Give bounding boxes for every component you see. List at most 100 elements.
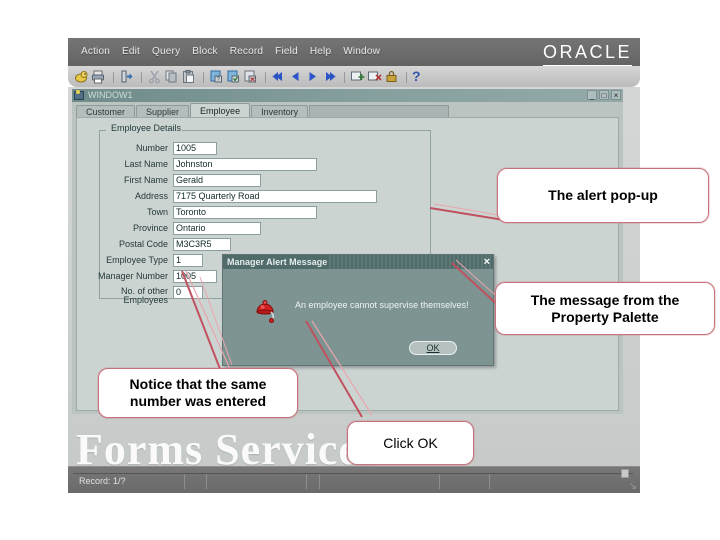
input-last-name[interactable]: Johnston (173, 158, 317, 171)
alarm-bell-icon (251, 295, 279, 325)
cut-icon[interactable] (147, 69, 162, 84)
employee-details-label: Employee Details (108, 123, 185, 133)
exit-icon[interactable] (119, 69, 134, 84)
toolbar-separator (341, 71, 348, 83)
forms-window: WINDOW1 _ □ × Customer Supplier Employee… (72, 89, 623, 414)
toolbar-separator (403, 71, 410, 83)
cancel-query-icon[interactable] (243, 69, 258, 84)
resize-grip-icon[interactable]: ↘ (629, 482, 637, 492)
menu-bar: Action Edit Query Block Record Field Hel… (68, 38, 386, 66)
window-title-text: WINDOW1 (88, 90, 133, 100)
callout-alert-popup: The alert pop-up (497, 168, 709, 223)
application-header: Action Edit Query Block Record Field Hel… (68, 38, 640, 67)
field-row-address: Address 7175 Quarterly Road (90, 190, 377, 203)
field-row-number: Number 1005 (90, 142, 217, 155)
oracle-logo-text: ORACLE (542, 40, 632, 67)
input-town[interactable]: Toronto (173, 206, 317, 219)
toolbar: ? ? (68, 66, 640, 87)
label-employee-type: Employee Type (106, 255, 168, 265)
paste-icon[interactable] (181, 69, 196, 84)
label-town: Town (146, 207, 168, 217)
callout-same-number: Notice that the same number was entered (98, 368, 298, 418)
label-postal-code: Postal Code (118, 239, 168, 249)
alert-ok-label: OK (426, 343, 440, 353)
input-address[interactable]: 7175 Quarterly Road (173, 190, 377, 203)
callout-property-palette-text: The message from the Property Palette (530, 291, 680, 325)
delete-record-icon[interactable] (367, 69, 382, 84)
alert-title-text: Manager Alert Message (223, 255, 328, 269)
status-cell-4 (307, 474, 320, 489)
alert-title-bar[interactable]: Manager Alert Message × (223, 255, 493, 269)
enter-query-icon[interactable]: ? (209, 69, 224, 84)
first-record-icon[interactable] (271, 69, 286, 84)
window-title-bar[interactable]: WINDOW1 _ □ × (72, 89, 623, 102)
field-row-last-name: Last Name Johnston (90, 158, 317, 171)
last-record-icon[interactable] (322, 69, 337, 84)
field-row-postal-code: Postal Code M3C3R5 (90, 238, 231, 251)
input-manager-number[interactable]: 1005 (173, 270, 217, 283)
execute-query-icon[interactable] (226, 69, 241, 84)
menu-item-block[interactable]: Block (186, 38, 223, 66)
status-cell-5 (320, 474, 440, 489)
manager-alert-dialog: Manager Alert Message × An employee cann… (222, 254, 494, 366)
menu-item-edit[interactable]: Edit (116, 38, 146, 66)
menu-item-help[interactable]: Help (304, 38, 337, 66)
close-button[interactable]: × (611, 90, 621, 100)
menu-item-field[interactable]: Field (269, 38, 304, 66)
close-icon[interactable]: × (484, 255, 490, 269)
previous-record-icon[interactable] (288, 69, 303, 84)
menu-item-record[interactable]: Record (224, 38, 269, 66)
label-other-employees: No. of other Employees (120, 286, 168, 305)
input-other-employees[interactable]: 0 (173, 286, 203, 299)
callout-property-palette: The message from the Property Palette (495, 282, 715, 335)
input-first-name[interactable]: Gerald (173, 174, 261, 187)
input-number[interactable]: 1005 (173, 142, 217, 155)
callout-same-number-text: Notice that the same number was entered (129, 376, 267, 409)
toolbar-separator (262, 71, 269, 83)
menu-item-query[interactable]: Query (146, 38, 186, 66)
field-row-employee-type: Employee Type 1 (90, 254, 203, 267)
tab-employee[interactable]: Employee (190, 103, 251, 118)
input-employee-type[interactable]: 1 (173, 254, 203, 267)
status-bar: Record: 1/? ↘ (68, 466, 640, 493)
toolbar-separator (138, 71, 145, 83)
alert-message-text: An employee cannot supervise themselves! (295, 300, 469, 310)
input-province[interactable]: Ontario (173, 222, 261, 235)
tab-bar: Customer Supplier Employee Inventory (76, 103, 450, 118)
menu-item-action[interactable]: Action (75, 38, 116, 66)
status-cell-7 (490, 474, 550, 489)
label-first-name: First Name (123, 175, 168, 185)
insert-record-icon[interactable] (350, 69, 365, 84)
status-cell-6 (440, 474, 490, 489)
label-last-name: Last Name (124, 159, 168, 169)
alert-ok-button[interactable]: OK (409, 341, 457, 355)
copy-icon[interactable] (164, 69, 179, 84)
save-icon[interactable] (74, 69, 89, 84)
field-row-town: Town Toronto (90, 206, 317, 219)
field-row-first-name: First Name Gerald (90, 174, 261, 187)
input-postal-code[interactable]: M3C3R5 (173, 238, 231, 251)
status-scroll-thumb[interactable] (621, 469, 629, 478)
status-cell-3 (207, 474, 307, 489)
window-controls: _ □ × (587, 90, 621, 100)
callout-click-ok-text: Click OK (383, 434, 438, 451)
field-row-other-employees: No. of other Employees 0 (90, 286, 203, 305)
minimize-button[interactable]: _ (587, 90, 597, 100)
maximize-button[interactable]: □ (599, 90, 609, 100)
menu-item-window[interactable]: Window (337, 38, 386, 66)
lock-record-icon[interactable] (384, 69, 399, 84)
field-row-manager-number: Manager Number 1005 (90, 270, 217, 283)
status-cell-2 (185, 474, 207, 489)
status-record-counter: Record: 1/? (73, 474, 185, 489)
label-address: Address (134, 191, 168, 201)
oracle-logo: ORACLE (542, 40, 632, 67)
label-number: Number (135, 143, 168, 153)
label-manager-number: Manager Number (97, 271, 168, 281)
help-icon[interactable]: ? (412, 69, 427, 84)
toolbar-separator (200, 71, 207, 83)
print-icon[interactable] (91, 69, 106, 84)
next-record-icon[interactable] (305, 69, 320, 84)
callout-click-ok: Click OK (347, 421, 474, 465)
label-province: Province (132, 223, 168, 233)
screenshot-root: Action Edit Query Block Record Field Hel… (0, 0, 720, 540)
